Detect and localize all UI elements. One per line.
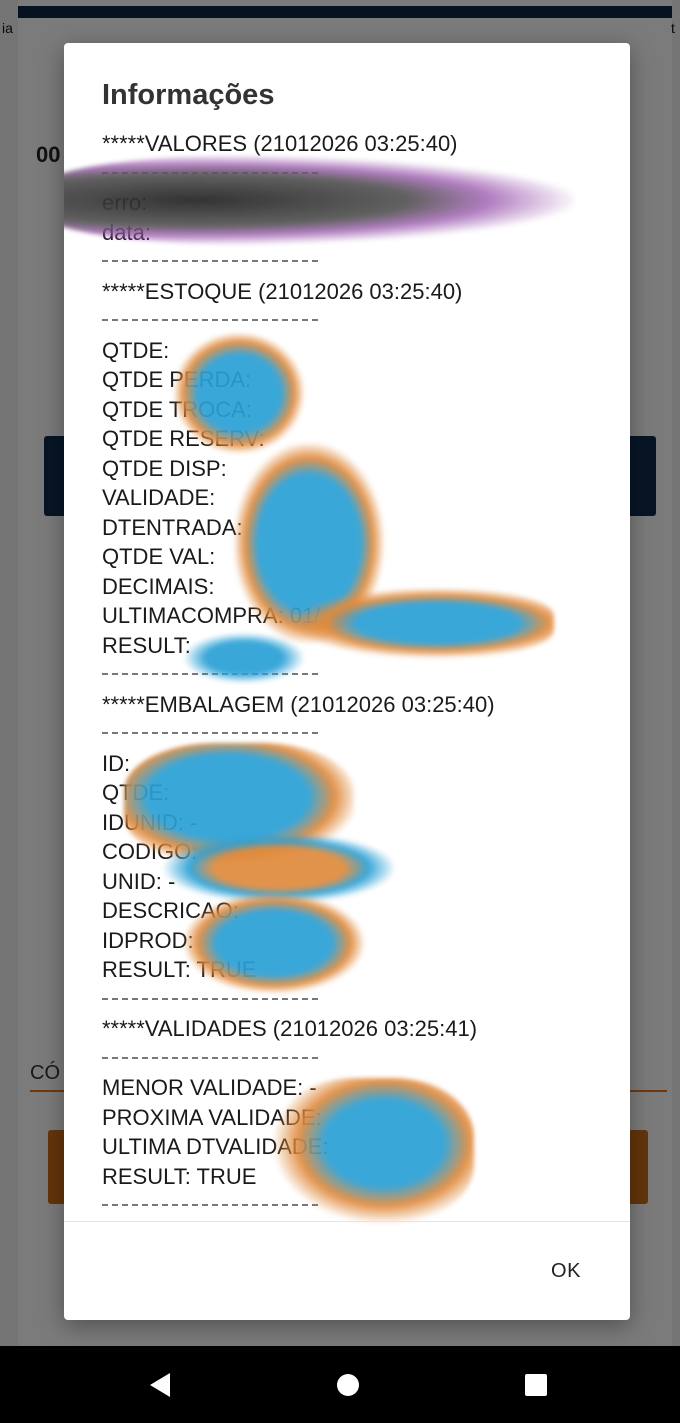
nav-recent-button[interactable] [496, 1346, 576, 1423]
message-line: DESCRICAO: [102, 898, 239, 923]
redaction-blob [294, 588, 554, 658]
system-nav-bar [0, 1346, 680, 1423]
info-dialog: Informações *****VALORES (21012026 03:25… [64, 43, 630, 1320]
home-circle-icon [337, 1373, 359, 1396]
dialog-title: Informações [102, 79, 275, 111]
back-triangle-icon [150, 1372, 170, 1397]
message-line: *****ESTOQUE (21012026 03:25:40) [102, 278, 463, 304]
section-separator [102, 660, 622, 690]
dialog-message[interactable]: *****VALORES (21012026 03:25:40)erro: da… [102, 129, 622, 1221]
ok-button[interactable]: OK [534, 1251, 598, 1291]
message-line: *****VALIDADES (21012026 03:25:41) [102, 1016, 478, 1041]
section-separator [102, 247, 622, 277]
redaction-blob [184, 633, 304, 683]
nav-home-button[interactable] [308, 1346, 388, 1423]
redaction-blob [64, 155, 574, 245]
redaction-blob [274, 1078, 474, 1223]
redaction-blob [184, 893, 364, 993]
section-separator [102, 719, 622, 749]
dialog-divider [64, 1221, 630, 1222]
section-separator [102, 985, 622, 1015]
redaction-blob [174, 333, 304, 453]
section-separator [102, 1044, 622, 1074]
message-line: *****EMBALAGEM (21012026 03:25:40) [102, 691, 495, 717]
recent-square-icon [525, 1373, 547, 1396]
nav-back-button[interactable] [120, 1346, 200, 1423]
section-separator [102, 306, 622, 336]
